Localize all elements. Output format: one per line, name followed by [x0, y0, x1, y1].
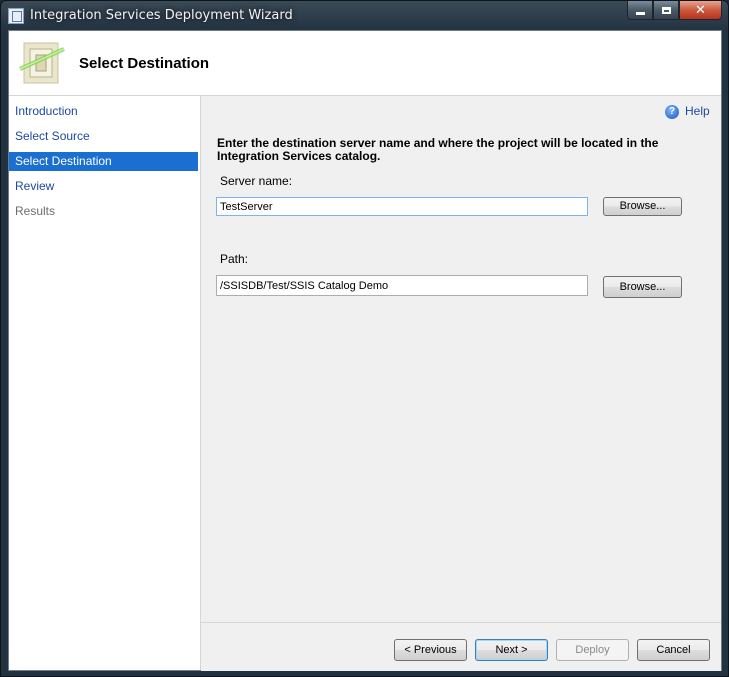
deploy-button: Deploy	[556, 639, 629, 661]
nav-item-review[interactable]: Review	[9, 177, 198, 196]
server-name-input[interactable]	[216, 197, 588, 216]
previous-button[interactable]: < Previous	[394, 639, 467, 661]
next-button[interactable]: Next >	[475, 639, 548, 661]
close-icon: ✕	[695, 2, 706, 18]
window-title: Integration Services Deployment Wizard	[30, 8, 293, 23]
app-icon[interactable]	[8, 8, 24, 24]
maximize-button[interactable]	[653, 1, 679, 20]
wizard-nav: Introduction Select Source Select Destin…	[9, 96, 201, 670]
browse-path-button[interactable]: Browse...	[603, 276, 682, 298]
page-title: Select Destination	[79, 55, 210, 72]
path-input[interactable]	[216, 275, 588, 296]
path-label: Path:	[220, 252, 249, 266]
title-bar[interactable]: Integration Services Deployment Wizard ✕	[1, 1, 728, 31]
nav-item-select-destination[interactable]: Select Destination	[9, 152, 198, 171]
nav-item-select-source[interactable]: Select Source	[9, 127, 198, 146]
minimize-button[interactable]	[627, 1, 653, 20]
help-link[interactable]: Help	[685, 104, 710, 118]
wizard-window: Integration Services Deployment Wizard ✕…	[0, 0, 729, 677]
cancel-button[interactable]: Cancel	[637, 639, 710, 661]
minimize-icon	[635, 11, 645, 15]
wizard-client-area: Select Destination Introduction Select S…	[8, 30, 722, 671]
wizard-icon	[19, 42, 65, 84]
help-icon[interactable]: ?	[665, 105, 679, 119]
destination-panel: ? Help Enter the destination server name…	[201, 96, 721, 622]
server-name-label: Server name:	[220, 174, 293, 188]
wizard-footer: < Previous Next > Deploy Cancel	[201, 622, 721, 671]
instruction-text: Enter the destination server name and wh…	[217, 136, 659, 163]
caption-buttons: ✕	[627, 1, 722, 21]
nav-item-results: Results	[15, 204, 56, 218]
maximize-icon	[661, 6, 671, 14]
close-button[interactable]: ✕	[679, 1, 722, 20]
page-header: Select Destination	[9, 31, 721, 96]
nav-item-introduction[interactable]: Introduction	[9, 102, 198, 121]
browse-server-button[interactable]: Browse...	[603, 197, 682, 216]
